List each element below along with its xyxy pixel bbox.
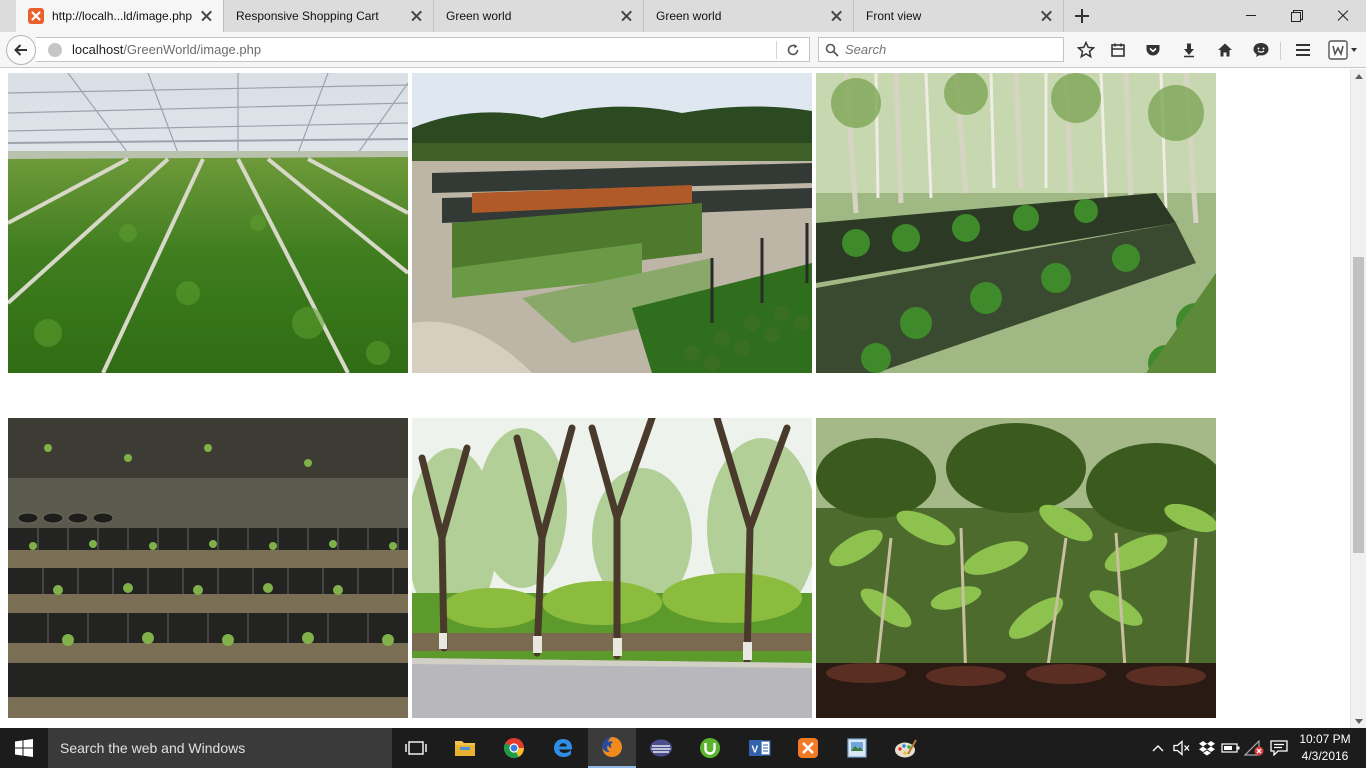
tab-label: Green world (656, 9, 722, 23)
scrollbar-thumb[interactable] (1353, 257, 1364, 553)
dropbox-icon[interactable] (1197, 728, 1217, 768)
tab-green-world-2[interactable]: Green world (644, 0, 854, 32)
xampp-icon[interactable] (784, 728, 832, 768)
back-arrow-icon (14, 44, 27, 56)
address-bar[interactable]: localhost/GreenWorld/image.php (36, 37, 810, 62)
taskbar-clock[interactable]: 10:07 PM 4/3/2016 (1294, 731, 1356, 765)
tab-label: http://localh...ld/image.php (52, 9, 193, 23)
tab-image-php[interactable]: http://localh...ld/image.php (16, 0, 224, 32)
gallery-image-roadside-trees[interactable] (412, 418, 812, 718)
navigation-bar: localhost/GreenWorld/image.php (0, 32, 1366, 68)
close-tab-icon[interactable] (409, 9, 423, 23)
firefox-icon[interactable] (588, 728, 636, 768)
extension-menu-icon[interactable] (1325, 39, 1361, 61)
volume-muted-icon[interactable] (1172, 728, 1192, 768)
edge-icon[interactable] (539, 728, 587, 768)
toolbar-separator (1280, 42, 1281, 60)
task-view-icon[interactable] (392, 728, 440, 768)
hello-chat-icon[interactable] (1250, 39, 1272, 61)
scroll-down-arrow-icon[interactable] (1355, 719, 1363, 724)
svg-text:V: V (752, 745, 759, 756)
close-tab-icon[interactable] (1039, 9, 1053, 23)
gallery-image-seedling-bags[interactable] (8, 418, 408, 718)
downloads-icon[interactable] (1178, 39, 1200, 61)
close-tab-icon[interactable] (199, 9, 213, 23)
network-disconnected-icon[interactable] (1244, 728, 1264, 768)
scroll-up-arrow-icon[interactable] (1355, 74, 1363, 79)
url-path: /GreenWorld/image.php (123, 42, 262, 57)
tab-green-world[interactable]: Green world (434, 0, 644, 32)
start-button[interactable] (0, 728, 48, 768)
bookmarks-menu-icon[interactable] (1107, 39, 1129, 61)
windows-logo-icon (15, 739, 33, 757)
url-text[interactable]: localhost/GreenWorld/image.php (72, 42, 776, 57)
clock-date: 4/3/2016 (1301, 749, 1349, 763)
home-icon[interactable] (1214, 39, 1236, 61)
chrome-icon[interactable] (490, 728, 538, 768)
tab-responsive-shopping-cart[interactable]: Responsive Shopping Cart (224, 0, 434, 32)
clock-time: 10:07 PM (1299, 732, 1351, 746)
tab-label: Responsive Shopping Cart (236, 9, 379, 23)
bookmark-star-icon[interactable] (1075, 39, 1097, 61)
visual-studio-icon[interactable]: V (735, 728, 783, 768)
show-hidden-icons-chevron-icon[interactable] (1150, 728, 1166, 768)
url-host: localhost (72, 42, 124, 57)
gallery-image-saplings[interactable] (816, 418, 1216, 718)
gallery-image-forest-beds[interactable] (816, 73, 1216, 373)
search-input[interactable] (845, 42, 1045, 57)
page-content (0, 69, 1350, 728)
action-center-icon[interactable] (1268, 728, 1290, 768)
minimize-button[interactable] (1228, 0, 1274, 32)
site-identity-icon[interactable] (48, 42, 62, 57)
close-tab-icon[interactable] (619, 9, 633, 23)
taskbar-search-box[interactable]: Search the web and Windows (48, 728, 392, 768)
gallery-image-nursery[interactable] (412, 73, 812, 373)
taskbar-search-placeholder: Search the web and Windows (60, 740, 246, 756)
image-viewer-icon[interactable] (833, 728, 881, 768)
php-ide-icon[interactable] (637, 728, 685, 768)
close-tab-icon[interactable] (829, 9, 843, 23)
pocket-icon[interactable] (1142, 39, 1164, 61)
utorrent-icon[interactable] (686, 728, 734, 768)
paint-icon[interactable] (882, 728, 930, 768)
close-window-button[interactable] (1320, 0, 1366, 32)
restore-button[interactable] (1274, 0, 1320, 32)
tab-front-view[interactable]: Front view (854, 0, 1064, 32)
reload-icon[interactable] (777, 37, 809, 62)
vertical-scrollbar[interactable] (1350, 69, 1366, 728)
tab-label: Front view (866, 9, 922, 23)
search-bar[interactable] (818, 37, 1064, 62)
back-button[interactable] (6, 35, 36, 65)
gallery-image-greenhouse[interactable] (8, 73, 408, 373)
search-icon (825, 43, 839, 57)
file-explorer-icon[interactable] (441, 728, 489, 768)
tab-label: Green world (446, 9, 512, 23)
new-tab-button[interactable] (1072, 7, 1092, 25)
battery-icon[interactable] (1221, 728, 1241, 768)
tab-strip: http://localh...ld/image.php Responsive … (0, 0, 1366, 32)
xampp-favicon-icon (28, 8, 44, 24)
menu-icon[interactable] (1292, 39, 1314, 61)
windows-taskbar: Search the web and Windows V 10:07 PM 4/… (0, 728, 1366, 768)
